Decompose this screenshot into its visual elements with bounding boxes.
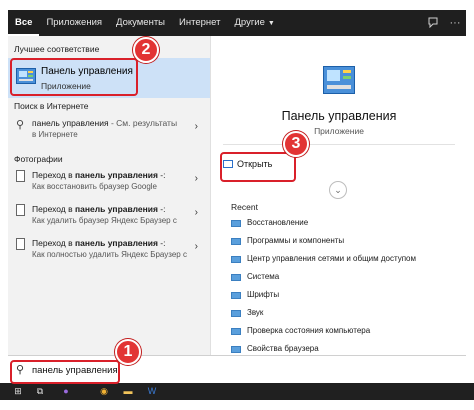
preview-panel: Панель управления Приложение Открыть ⌄ R… <box>210 36 466 355</box>
chevron-down-icon: ▼ <box>267 20 275 27</box>
feedback-icon[interactable] <box>422 16 444 31</box>
chevron-right-icon[interactable]: › <box>195 173 198 184</box>
control-panel-icon <box>323 66 355 94</box>
photo-bold: панель управления <box>75 238 158 248</box>
photo-line2: Как удалить браузер Яндекс Браузер с <box>32 216 177 225</box>
photos-header: Фотографии <box>14 154 63 164</box>
photo-item[interactable]: Переход в панель управления -: Как полно… <box>8 236 210 264</box>
more-icon[interactable]: ··· <box>444 17 466 29</box>
chrome-icon[interactable]: ◉ <box>98 386 110 397</box>
photo-item[interactable]: Переход в панель управления -: Как восст… <box>8 168 210 196</box>
recent-header: Recent <box>231 202 258 212</box>
preview-subtitle: Приложение <box>314 126 364 136</box>
document-icon <box>16 204 25 216</box>
recent-label: Свойства браузера <box>247 344 319 353</box>
web-query: панель управления <box>32 118 109 128</box>
recent-label: Система <box>247 272 280 281</box>
recent-label: Проверка состояния компьютера <box>247 326 371 335</box>
chevron-right-icon[interactable]: › <box>195 241 198 252</box>
control-panel-icon <box>231 220 241 227</box>
photo-bold: панель управления <box>75 204 158 214</box>
taskbar: ⊞ ⧉ ● ◉ ▬ W <box>0 383 474 400</box>
step-badge-1: 1 <box>115 339 141 365</box>
photo-bold: панель управления <box>75 170 158 180</box>
control-panel-icon <box>231 256 241 263</box>
word-icon[interactable]: W <box>146 386 158 397</box>
tab-apps[interactable]: Приложения <box>39 10 109 36</box>
search-icon: ⚲ <box>16 119 25 131</box>
best-match-header: Лучшее соответствие <box>14 44 100 54</box>
tab-more[interactable]: Другие ▼ <box>227 10 281 36</box>
task-view-icon[interactable]: ⧉ <box>34 386 46 397</box>
tab-all[interactable]: Все <box>8 10 40 36</box>
document-icon <box>16 238 25 250</box>
recent-label: Звук <box>247 308 264 317</box>
highlight-open <box>220 152 296 182</box>
web-item-line2: в Интернете <box>32 130 78 139</box>
photo-prefix: Переход в <box>32 170 75 180</box>
document-icon <box>16 170 25 182</box>
control-panel-icon <box>231 346 241 353</box>
recent-label: Программы и компоненты <box>247 236 345 245</box>
step-badge-2: 2 <box>133 37 159 63</box>
control-panel-icon <box>231 292 241 299</box>
chevron-right-icon[interactable]: › <box>195 207 198 218</box>
step-badge-3: 3 <box>283 131 309 157</box>
photo-line2: Как полностью удалить Яндекс Браузер с <box>32 250 187 259</box>
photo-suffix: -: <box>157 204 166 214</box>
control-panel-icon <box>231 310 241 317</box>
expand-icon[interactable]: ⌄ <box>329 181 347 199</box>
highlight-best-match <box>10 58 138 96</box>
control-panel-icon <box>231 328 241 335</box>
photo-line2: Как восстановить браузер Google <box>32 182 157 191</box>
windows-start-icon[interactable]: ⊞ <box>12 386 24 397</box>
photo-prefix: Переход в <box>32 238 75 248</box>
web-search-header: Поиск в Интернете <box>14 101 89 111</box>
highlight-search <box>10 360 120 384</box>
control-panel-icon <box>231 274 241 281</box>
preview-title: Панель управления <box>281 109 397 123</box>
chevron-right-icon[interactable]: › <box>195 121 198 132</box>
cortana-icon[interactable]: ● <box>60 386 72 397</box>
web-search-item[interactable]: ⚲ панель управления - См. результаты в И… <box>8 116 210 144</box>
file-explorer-icon[interactable]: ▬ <box>122 386 134 397</box>
tab-more-label: Другие <box>234 17 265 28</box>
photo-prefix: Переход в <box>32 204 75 214</box>
divider <box>223 144 455 145</box>
recent-label: Центр управления сетями и общим доступом <box>247 254 416 263</box>
photo-suffix: -: <box>157 238 166 248</box>
photo-suffix: -: <box>157 170 166 180</box>
tab-web[interactable]: Интернет <box>172 10 227 36</box>
control-panel-icon <box>231 238 241 245</box>
search-scope-tabs: Все Приложения Документы Интернет Другие… <box>8 10 466 36</box>
recent-label: Шрифты <box>247 290 280 299</box>
tab-documents[interactable]: Документы <box>109 10 172 36</box>
recent-label: Восстановление <box>247 218 309 227</box>
photo-item[interactable]: Переход в панель управления -: Как удали… <box>8 202 210 230</box>
web-query-suffix: - См. результаты <box>108 118 178 128</box>
